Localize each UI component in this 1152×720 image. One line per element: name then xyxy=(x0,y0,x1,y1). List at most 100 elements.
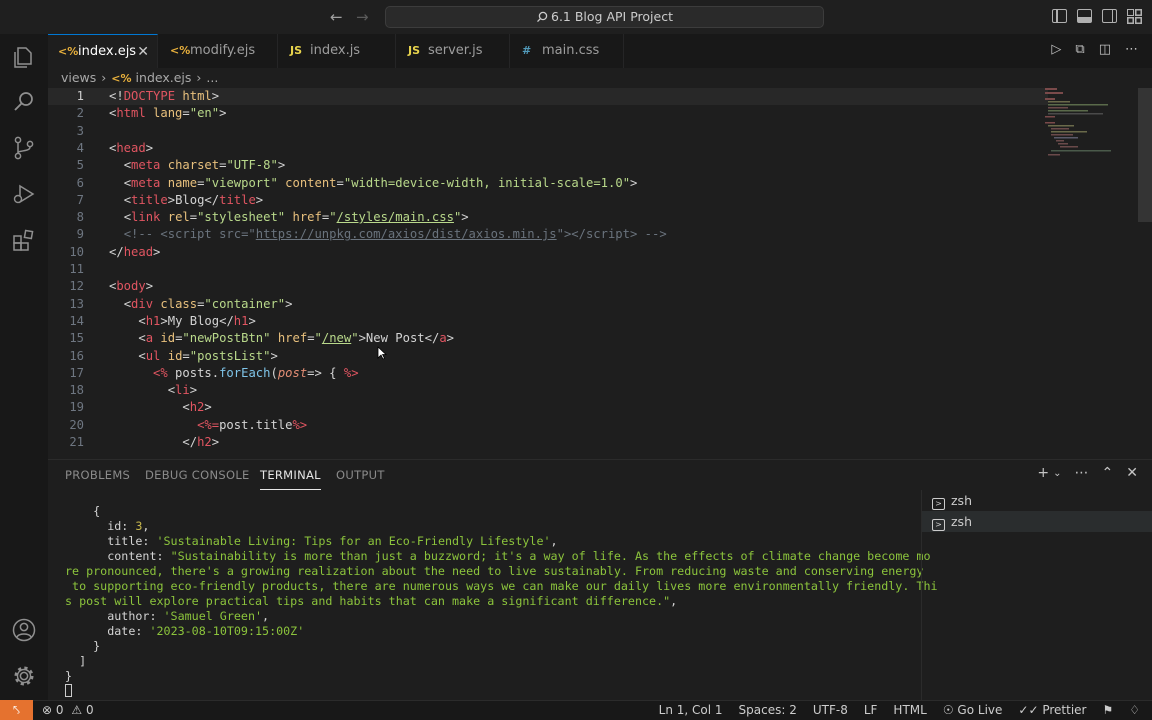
broadcast-icon: ☉ xyxy=(942,703,954,717)
status-bar-right: Ln 1, Col 1 Spaces: 2 UTF-8 LF HTML ☉ Go… xyxy=(659,701,1140,720)
terminal-line: id: 3, xyxy=(65,519,150,533)
breadcrumb-folder[interactable]: views xyxy=(61,70,96,85)
terminal-instance[interactable]: > zsh xyxy=(922,490,1152,511)
tab-label: index.ejs xyxy=(78,44,137,59)
tab-modify-ejs[interactable]: <%modify.ejs xyxy=(160,34,278,68)
breadcrumb: views › <% index.ejs ›... xyxy=(48,68,218,88)
activity-bar xyxy=(0,34,48,700)
code-line: 8 <link rel="stylesheet" href="/styles/m… xyxy=(48,209,1048,226)
terminal-cursor xyxy=(65,684,72,699)
close-icon[interactable]: ✕ xyxy=(137,35,149,69)
line-number: 2 xyxy=(76,106,84,121)
more-actions-icon[interactable]: ⋯ xyxy=(1075,465,1089,481)
toggle-primary-sidebar-icon[interactable] xyxy=(1052,9,1067,23)
chevron-down-icon[interactable]: ⌄ xyxy=(1053,465,1061,481)
prettier-label: Prettier xyxy=(1042,703,1087,717)
bottom-panel: PROBLEMS DEBUG CONSOLE TERMINAL OUTPUT +… xyxy=(48,459,1152,701)
extensions-icon[interactable] xyxy=(11,227,37,253)
line-number: 17 xyxy=(69,365,84,380)
cursor-position[interactable]: Ln 1, Col 1 xyxy=(659,701,723,720)
chevron-right-icon: › xyxy=(196,70,202,85)
run-icon[interactable]: ▷ xyxy=(1051,42,1061,57)
minimap[interactable] xyxy=(1045,88,1115,168)
tab-server-js[interactable]: JS server.js xyxy=(398,34,510,68)
customize-layout-icon[interactable] xyxy=(1127,9,1142,23)
tab-output[interactable]: OUTPUT xyxy=(336,468,385,482)
editor-scrollbar[interactable] xyxy=(1138,88,1152,222)
terminal-instance[interactable]: > zsh xyxy=(922,511,1152,532)
line-number: 20 xyxy=(69,417,84,432)
problems-indicator[interactable]: ⊗ 0 ⚠ 0 xyxy=(42,701,94,720)
tab-index-ejs[interactable]: <%index.ejs ✕ xyxy=(48,34,158,68)
arrow-right-icon[interactable]: → xyxy=(356,8,369,26)
indentation[interactable]: Spaces: 2 xyxy=(739,701,797,720)
terminal-line: date: '2023-08-10T09:15:00Z' xyxy=(65,624,305,638)
terminal-line: to supporting eco-friendly products, the… xyxy=(65,579,938,593)
files-icon[interactable] xyxy=(11,44,37,70)
prettier-button[interactable]: ✓✓ Prettier xyxy=(1018,701,1086,720)
gear-icon[interactable] xyxy=(11,663,37,689)
tab-index-js[interactable]: JS index.js xyxy=(280,34,396,68)
source-control-icon[interactable] xyxy=(11,135,37,161)
terminal-name: zsh xyxy=(951,493,972,508)
editor-tab-bar: <%index.ejs ✕ <%modify.ejs JS index.js JS… xyxy=(48,34,1152,68)
ejs-file-icon: <% xyxy=(111,72,132,85)
go-live-button[interactable]: ☉ Go Live xyxy=(943,701,1003,720)
line-number: 4 xyxy=(76,140,84,155)
terminal-icon: > xyxy=(932,519,945,531)
account-icon[interactable] xyxy=(11,617,37,643)
code-line: 13 <div class="container"> xyxy=(48,296,1048,313)
bell-icon[interactable]: ♢ xyxy=(1129,701,1140,720)
command-center-search[interactable]: 6.1 Blog API Project xyxy=(385,6,824,28)
breadcrumb-file[interactable]: index.ejs xyxy=(136,70,192,85)
language-mode[interactable]: HTML xyxy=(893,701,926,720)
toggle-secondary-sidebar-icon[interactable] xyxy=(1102,9,1117,23)
status-bar: ⤣ ⊗ 0 ⚠ 0 Ln 1, Col 1 Spaces: 2 UTF-8 LF… xyxy=(0,700,1152,720)
code-line: 15 <a id="newPostBtn" href="/new">New Po… xyxy=(48,330,1048,347)
code-line: 10 </head> xyxy=(48,244,1048,261)
ejs-file-icon: <% xyxy=(170,44,191,57)
line-number: 15 xyxy=(69,331,84,346)
code-line: 18 <li> xyxy=(48,382,1048,399)
tab-problems[interactable]: PROBLEMS xyxy=(65,468,130,482)
line-number: 1 xyxy=(76,89,84,103)
line-number: 18 xyxy=(69,383,84,398)
new-terminal-icon[interactable]: + xyxy=(1037,465,1049,481)
tab-label: server.js xyxy=(428,43,483,58)
code-line: 3 xyxy=(48,123,1048,140)
code-line: 2 <html lang="en"> xyxy=(48,105,1048,122)
line-number: 9 xyxy=(76,227,84,242)
code-editor[interactable]: 1 <!DOCTYPE html> 2 <html lang="en"> 3 4 <h… xyxy=(48,88,1152,454)
tab-main-css[interactable]: # main.css xyxy=(512,34,624,68)
remote-indicator-icon[interactable]: ⤣ xyxy=(0,700,33,720)
arrow-left-icon[interactable]: ← xyxy=(330,8,343,26)
tab-debug-console[interactable]: DEBUG CONSOLE xyxy=(145,468,250,482)
toggle-panel-icon[interactable] xyxy=(1077,9,1092,23)
terminal-output[interactable]: { id: 3, title: 'Sustainable Living: Tip… xyxy=(65,504,938,700)
tab-label: main.css xyxy=(542,43,600,58)
more-actions-icon[interactable]: ⋯ xyxy=(1125,42,1138,57)
line-number: 6 xyxy=(76,175,84,190)
terminal-line: s post will explore practical tips and h… xyxy=(65,594,678,608)
code-line: 16 <ul id="postsList"> xyxy=(48,348,1048,365)
code-line: 9 <!-- <script src="https://unpkg.com/ax… xyxy=(48,226,1048,243)
code-line: 1 <!DOCTYPE html> xyxy=(48,88,1048,106)
double-check-icon: ✓✓ xyxy=(1018,703,1039,717)
maximize-panel-icon[interactable]: ⌃ xyxy=(1102,465,1114,481)
terminal-line: { xyxy=(65,504,101,518)
split-editor-icon[interactable]: ◫ xyxy=(1099,42,1111,57)
command-center-text: 6.1 Blog API Project xyxy=(551,9,673,24)
feedback-icon[interactable]: ⚑ xyxy=(1102,701,1113,720)
encoding[interactable]: UTF-8 xyxy=(813,701,848,720)
close-icon[interactable]: ✕ xyxy=(1126,465,1138,481)
breadcrumb-more[interactable]: ... xyxy=(206,70,218,85)
js-file-icon: JS xyxy=(408,44,421,57)
tab-terminal[interactable]: TERMINAL xyxy=(260,468,321,490)
terminal-name: zsh xyxy=(951,514,972,529)
open-preview-icon[interactable]: ⧉ xyxy=(1075,42,1084,57)
run-debug-icon[interactable] xyxy=(11,181,37,207)
code-line: 14 <h1>My Blog</h1> xyxy=(48,313,1048,330)
code-line: 21 </h2> xyxy=(48,434,1048,451)
end-of-line[interactable]: LF xyxy=(864,701,878,720)
search-icon[interactable] xyxy=(11,89,37,115)
